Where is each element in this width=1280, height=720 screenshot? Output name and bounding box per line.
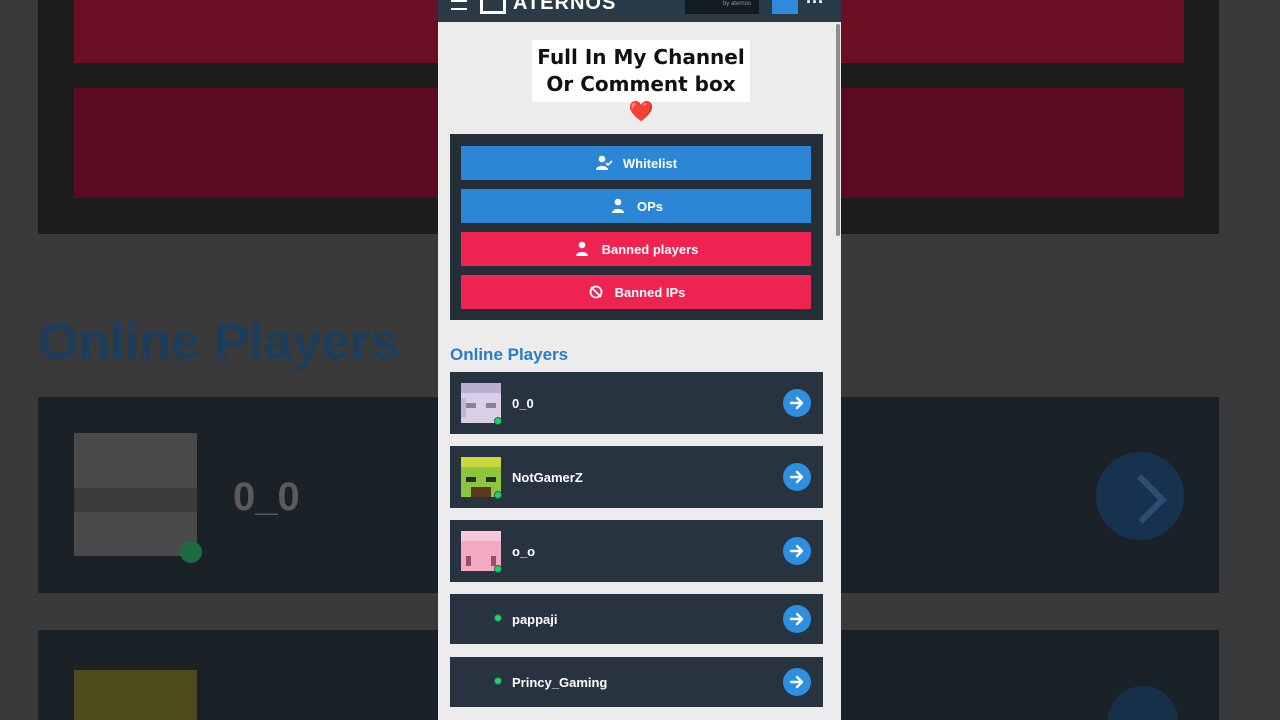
top-navigation-bar: ATERNOS by aternos ··· <box>438 0 841 22</box>
online-status-dot <box>494 677 502 685</box>
player-name: pappaji <box>512 612 558 627</box>
user-ban-icon <box>575 241 588 256</box>
player-details-button[interactable] <box>783 668 811 696</box>
player-card-pappaji[interactable]: pappaji <box>450 594 823 644</box>
online-status-dot <box>494 417 502 425</box>
aternos-logo-icon[interactable] <box>480 0 506 14</box>
background-avatar <box>74 670 197 720</box>
player-card-notgamerz[interactable]: NotGamerZ <box>450 446 823 508</box>
more-dots-icon[interactable]: ··· <box>806 0 824 13</box>
ip-ban-icon <box>589 285 602 299</box>
background-player-name: 0_0 <box>233 475 300 519</box>
arrow-right-icon <box>789 396 804 410</box>
banned-players-button[interactable]: Banned players <box>461 232 811 266</box>
player-card-princy-gaming[interactable]: Princy_Gaming <box>450 657 823 707</box>
player-name: 0_0 <box>512 396 534 411</box>
arrow-right-icon <box>789 612 804 626</box>
brand-name[interactable]: ATERNOS <box>513 0 616 15</box>
banner-line-1: Full In My Channel <box>537 45 745 69</box>
background-arrow-icon <box>1096 452 1184 540</box>
banner-line-2-text: Or Comment box <box>546 72 736 96</box>
online-status-dot <box>494 614 502 622</box>
player-name: NotGamerZ <box>512 470 583 485</box>
background-heading: Online Players <box>38 313 400 371</box>
banned-ips-label: Banned IPs <box>614 284 686 300</box>
ops-label: OPs <box>636 198 663 214</box>
online-players-heading: Online Players <box>450 345 569 364</box>
ad-badge[interactable]: by aternos <box>685 0 759 14</box>
player-card-o_o[interactable]: o_o <box>450 520 823 582</box>
user-shield-icon <box>611 198 624 213</box>
arrow-right-icon <box>789 544 804 558</box>
overlay-banner: Full In My Channel Or Comment box ❤️ <box>532 40 750 123</box>
whitelist-button[interactable]: Whitelist <box>461 146 811 180</box>
player-details-button[interactable] <box>783 389 811 417</box>
player-details-button[interactable] <box>783 605 811 633</box>
ad-text: by aternos <box>722 1 751 7</box>
online-status-dot <box>494 491 502 499</box>
online-status-dot <box>494 565 502 573</box>
banned-players-label: Banned players <box>601 241 699 257</box>
player-card-0_0[interactable]: 0_0 <box>450 372 823 434</box>
account-button[interactable] <box>772 0 798 14</box>
player-details-button[interactable] <box>783 463 811 491</box>
whitelist-label: Whitelist <box>622 155 678 171</box>
heart-emoji-icon: ❤️ <box>628 99 654 123</box>
background-status-dot <box>180 541 202 563</box>
background-avatar <box>74 433 197 556</box>
player-name: o_o <box>512 544 536 559</box>
arrow-right-icon <box>789 675 804 689</box>
user-check-icon <box>595 155 613 170</box>
ops-button[interactable]: OPs <box>461 189 811 223</box>
banner-line-2: Or Comment box ❤️ <box>532 71 750 125</box>
phone-panel: ATERNOS by aternos ··· Full In My Channe… <box>438 0 841 720</box>
player-name: Princy_Gaming <box>512 675 608 690</box>
player-details-button[interactable] <box>783 537 811 565</box>
access-lists-box: Whitelist OPs Banned players Banned IPs <box>450 134 823 320</box>
hamburger-menu-icon[interactable] <box>451 0 467 10</box>
banned-ips-button[interactable]: Banned IPs <box>461 275 811 309</box>
arrow-right-icon <box>789 470 804 484</box>
scrollbar-thumb[interactable] <box>836 24 840 236</box>
